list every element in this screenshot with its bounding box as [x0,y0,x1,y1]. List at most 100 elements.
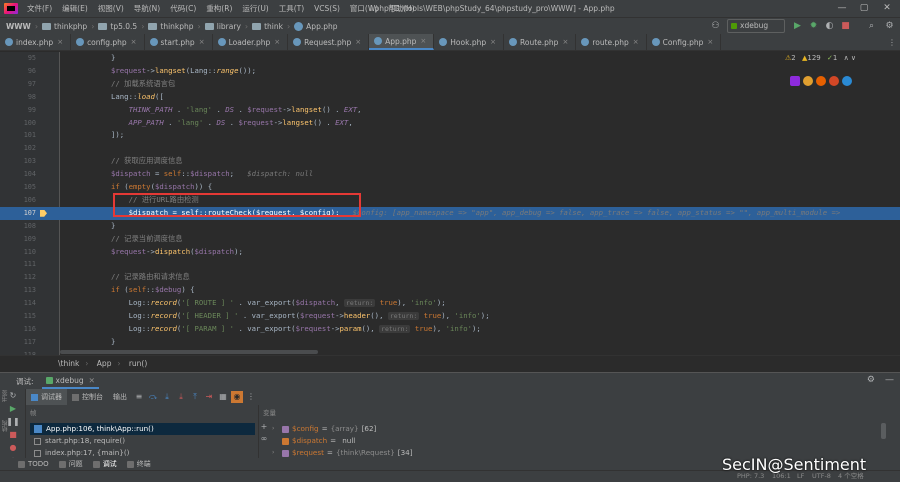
code-line[interactable]: 113 if (self::$debug) { [0,284,900,297]
force-step-into-icon[interactable]: ⤓ [175,391,187,403]
nav-crumb[interactable]: thinkphp [144,22,197,31]
chrome-icon[interactable] [803,76,813,86]
menu-item[interactable]: VCS(S) [309,0,345,17]
breadcrumb-namespace[interactable]: \think [58,359,79,368]
code-line[interactable]: 101]); [0,129,900,142]
tab-console[interactable]: 控制台 [67,389,108,405]
editor-tab[interactable]: Loader.php × [213,34,289,50]
editor-tab[interactable]: App.php × [369,34,435,50]
run-icon[interactable]: ▶ [792,21,803,32]
debug-session-tab[interactable]: xdebug ✕ [41,373,99,389]
user-icon[interactable]: ⚇ [710,21,721,32]
tool-window-button[interactable]: 调试 [92,459,117,469]
close-tab-icon[interactable]: × [131,38,137,46]
tool-window-button[interactable]: 问题 [58,459,83,469]
close-window-button[interactable]: ✕ [875,0,899,17]
close-tab-icon[interactable]: × [562,38,568,46]
editor-tab[interactable]: start.php × [145,34,213,50]
nav-crumb[interactable]: thinkphp [38,22,91,31]
bookmarks-tab[interactable]: 书签 [1,390,10,402]
code-line[interactable]: 115 Log::record('[ HEADER ] ' . var_expo… [0,310,900,323]
editor-tab[interactable]: Route.php × [504,34,577,50]
watch-icon[interactable]: ◉ [231,391,243,403]
settings-icon[interactable]: ⚙ [884,21,895,32]
menu-item[interactable]: 文件(F) [22,0,57,17]
step-into-icon[interactable]: ⤓ [161,391,173,403]
code-line[interactable]: 112 // 记录路由和请求信息 [0,271,900,284]
variable-row[interactable]: › $config = {array} [62] [272,423,872,435]
close-tab-icon[interactable]: × [707,38,713,46]
close-tab-icon[interactable]: × [490,38,496,46]
debug-icon[interactable]: ✹ [808,21,819,32]
maximize-button[interactable]: ▢ [852,0,876,17]
variable-row[interactable]: $dispatch = null [272,435,872,447]
code-line[interactable]: 102 [0,142,900,155]
coverage-icon[interactable]: ◐ [824,21,835,32]
close-tab-icon[interactable]: × [57,38,63,46]
expand-arrow-icon[interactable]: › [272,423,282,435]
add-watch-icon[interactable]: + [258,421,270,433]
code-line[interactable]: 96 $request->langset(Lang::range()); [0,65,900,78]
run-configuration-select[interactable]: xdebug [727,19,785,33]
minimize-button[interactable]: — [830,0,854,17]
copy-value-icon[interactable]: ∞ [258,433,270,445]
settings-icon[interactable]: ⚙ [867,375,875,385]
menu-item[interactable]: 运行(U) [237,0,273,17]
editor-tab[interactable]: config.php × [71,34,145,50]
problems-indicator[interactable]: ⚠2 ▲129 ✓1 ∧ ∨ [785,54,856,62]
close-tab-icon[interactable]: × [633,38,639,46]
menu-item[interactable]: 视图(V) [93,0,129,17]
nav-crumb[interactable]: WWW [0,22,35,31]
edge-icon[interactable] [842,76,852,86]
close-tab-icon[interactable]: × [355,38,361,46]
structure-tab[interactable]: 结构 [1,420,10,432]
stack-frame[interactable]: start.php:18, require() [30,435,255,447]
variables-scrollbar[interactable] [881,423,886,439]
code-line[interactable]: 108} [0,220,900,233]
editor-tab[interactable]: Request.php × [288,34,370,50]
breadcrumb-method[interactable]: run() [129,359,147,368]
code-line[interactable]: 105 if (empty($dispatch)) { [0,181,900,194]
code-line[interactable]: 97 // 加载系统语言包 [0,78,900,91]
code-line[interactable]: 98 Lang::load([ [0,91,900,104]
code-line[interactable]: 116 Log::record('[ PARAM ] ' . var_expor… [0,323,900,336]
code-editor[interactable]: 95} 96 $request->langset(Lang::range()); 97… [0,52,900,372]
hide-icon[interactable]: — [885,375,894,385]
tab-debugger[interactable]: 调试器 [26,389,67,405]
editor-tab[interactable]: Config.php × [647,34,722,50]
menu-item[interactable]: 代码(C) [165,0,201,17]
stack-frame[interactable]: App.php:106, think\App::run() [30,423,255,435]
breadcrumb-class[interactable]: App [97,359,112,368]
code-line[interactable]: 99 THINK_PATH . 'lang' . DS . $request->… [0,104,900,117]
tab-list-more-icon[interactable]: ⋮ [884,34,900,50]
close-tab-icon[interactable]: × [274,38,280,46]
stop-icon[interactable]: ■ [840,21,851,32]
editor-tab[interactable]: index.php × [0,34,72,50]
layout-icon[interactable]: ≡ [133,391,145,403]
opera-icon[interactable] [829,76,839,86]
code-line[interactable]: 95} [0,52,900,65]
code-line[interactable]: 111 [0,258,900,271]
step-out-icon[interactable]: ⤒ [189,391,201,403]
code-line[interactable]: 110 $request->dispatch($dispatch); [0,246,900,259]
step-over-icon[interactable]: ⤼ [147,391,159,403]
evaluate-expression-icon[interactable]: ▦ [217,391,229,403]
more-debug-icon[interactable]: ⋮ [245,391,257,403]
nav-crumb[interactable]: think [248,22,287,31]
phpstorm-icon[interactable] [790,76,800,86]
tool-window-button[interactable]: TODO [18,460,49,468]
code-line[interactable]: 103 // 获取应用调度信息 [0,155,900,168]
firefox-icon[interactable] [816,76,826,86]
editor-tab[interactable]: Hook.php × [434,34,504,50]
code-line[interactable]: 114 Log::record('[ ROUTE ] ' . var_expor… [0,297,900,310]
menu-item[interactable]: 工具(T) [274,0,309,17]
horizontal-scrollbar[interactable] [60,350,318,354]
menu-item[interactable]: 重构(R) [201,0,237,17]
nav-crumb[interactable]: tp5.0.5 [94,22,141,31]
code-line[interactable]: 117} [0,336,900,349]
nav-crumb[interactable]: library [201,22,245,31]
nav-crumb[interactable]: App.php [290,21,341,31]
editor-tab[interactable]: route.php × [576,34,647,50]
code-line[interactable]: 100 APP_PATH . 'lang' . DS . $request->l… [0,117,900,130]
menu-item[interactable]: 编辑(E) [57,0,93,17]
